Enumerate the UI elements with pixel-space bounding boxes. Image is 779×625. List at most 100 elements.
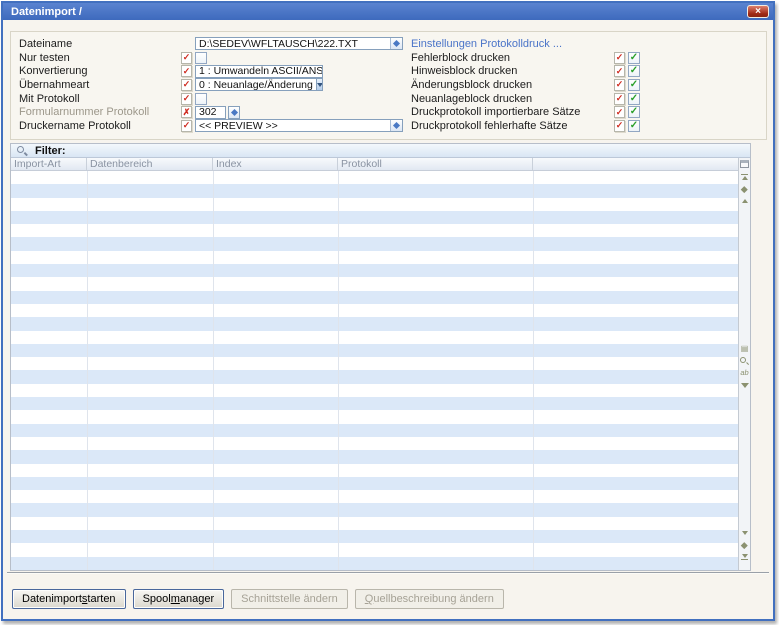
druckername-field[interactable]: << PREVIEW >>	[195, 119, 403, 132]
uebernahmeart-dropdown-button[interactable]	[316, 79, 323, 90]
column-divider	[87, 171, 88, 570]
field-active-check-icon[interactable]: ✓	[181, 93, 192, 105]
table-row[interactable]	[11, 424, 738, 437]
column-header-empty[interactable]	[533, 158, 738, 170]
bottom-divider	[7, 572, 769, 574]
konvertierung-dropdown[interactable]: 1 : Umwandeln ASCII/ANSI	[195, 65, 323, 78]
table-row[interactable]	[11, 171, 738, 184]
table-row[interactable]	[11, 503, 738, 516]
scroll-up-icon[interactable]	[742, 195, 748, 207]
field-active-check-icon[interactable]: ✓	[181, 120, 192, 132]
druckername-lookup-button[interactable]	[390, 120, 402, 131]
field-active-check-icon[interactable]: ✓	[614, 65, 625, 77]
grid-scrollbar[interactable]: ▤ ab	[738, 158, 750, 570]
table-row[interactable]	[11, 317, 738, 330]
table-row[interactable]	[11, 357, 738, 370]
druckername-label: Druckername Protokoll	[19, 120, 181, 132]
table-row[interactable]	[11, 410, 738, 423]
protocol-row: Fehlerblock drucken ✓ ✓	[411, 51, 640, 65]
form-row-mit-protokoll: Mit Protokoll ✓	[19, 92, 403, 106]
text-search-icon[interactable]: ab	[740, 367, 748, 379]
form-row-uebernahmeart: Übernahmeart ✓ 0 : Neuanlage/Änderung	[19, 78, 403, 92]
datenimport-starten-button[interactable]: Datenimport starten	[12, 589, 126, 609]
nur-testen-checkbox[interactable]	[195, 52, 207, 64]
fehlerblock-label: Fehlerblock drucken	[411, 52, 614, 64]
table-row[interactable]	[11, 557, 738, 570]
table-row[interactable]	[11, 184, 738, 197]
titlebar[interactable]: Datenimport / ×	[3, 3, 773, 20]
spoolmanager-button[interactable]: Spoolmanager	[133, 589, 225, 609]
column-divider	[213, 171, 214, 570]
scroll-page-down-icon[interactable]	[742, 539, 747, 551]
table-row[interactable]	[11, 450, 738, 463]
table-row[interactable]	[11, 277, 738, 290]
table-row[interactable]	[11, 211, 738, 224]
column-chooser-icon[interactable]	[740, 160, 749, 168]
field-inactive-cross-icon[interactable]: ✗	[181, 106, 192, 118]
table-view-icon[interactable]: ▤	[741, 343, 749, 355]
schnittstelle-aendern-button: Schnittstelle ändern	[231, 589, 348, 609]
hinweisblock-checkbox[interactable]: ✓	[628, 65, 640, 77]
column-divider	[533, 171, 534, 570]
table-row[interactable]	[11, 477, 738, 490]
table-row[interactable]	[11, 304, 738, 317]
uebernahmeart-dropdown[interactable]: 0 : Neuanlage/Änderung	[195, 78, 323, 91]
table-row[interactable]	[11, 384, 738, 397]
field-active-check-icon[interactable]: ✓	[181, 79, 192, 91]
table-row[interactable]	[11, 437, 738, 450]
table-row[interactable]	[11, 543, 738, 556]
search-record-icon[interactable]	[740, 355, 749, 367]
field-active-check-icon[interactable]: ✓	[614, 93, 625, 105]
table-row[interactable]	[11, 237, 738, 250]
fehlerhafte-saetze-checkbox[interactable]: ✓	[628, 120, 640, 132]
protocol-print-settings-link[interactable]: Einstellungen Protokolldruck ...	[411, 38, 562, 50]
formularnummer-field[interactable]: 302	[195, 106, 226, 119]
grid-body[interactable]	[11, 171, 738, 570]
konvertierung-value: 1 : Umwandeln ASCII/ANSI	[196, 66, 323, 77]
table-row[interactable]	[11, 530, 738, 543]
table-row[interactable]	[11, 490, 738, 503]
table-row[interactable]	[11, 370, 738, 383]
mit-protokoll-checkbox[interactable]	[195, 93, 207, 105]
table-row[interactable]	[11, 331, 738, 344]
konvertierung-label: Konvertierung	[19, 65, 181, 77]
table-row[interactable]	[11, 251, 738, 264]
table-row[interactable]	[11, 198, 738, 211]
close-button[interactable]: ×	[747, 5, 769, 18]
close-icon: ×	[755, 7, 761, 17]
scroll-page-up-icon[interactable]	[742, 183, 747, 195]
dateiname-lookup-button[interactable]	[390, 38, 402, 49]
column-header-index[interactable]: Index	[213, 158, 338, 170]
column-header-datenbereich[interactable]: Datenbereich	[87, 158, 213, 170]
field-active-check-icon[interactable]: ✓	[614, 120, 625, 132]
column-header-protokoll[interactable]: Protokoll	[338, 158, 533, 170]
table-row[interactable]	[11, 291, 738, 304]
field-active-check-icon[interactable]: ✓	[181, 65, 192, 77]
protocol-row: Druckprotokoll fehlerhafte Sätze ✓ ✓	[411, 119, 640, 133]
hinweisblock-label: Hinweisblock drucken	[411, 65, 614, 77]
table-row[interactable]	[11, 264, 738, 277]
importierbare-saetze-label: Druckprotokoll importierbare Sätze	[411, 106, 614, 118]
importierbare-saetze-checkbox[interactable]: ✓	[628, 106, 640, 118]
dateiname-field[interactable]: D:\SEDEV\WFLTAUSCH\222.TXT	[195, 37, 403, 50]
neuanlageblock-checkbox[interactable]: ✓	[628, 93, 640, 105]
table-row[interactable]	[11, 397, 738, 410]
filter-bar[interactable]: Filter:	[11, 144, 750, 158]
field-active-check-icon[interactable]: ✓	[181, 52, 192, 64]
aenderungsblock-checkbox[interactable]: ✓	[628, 79, 640, 91]
scroll-to-top-icon[interactable]	[741, 171, 748, 183]
field-active-check-icon[interactable]: ✓	[614, 52, 625, 64]
scroll-to-bottom-icon[interactable]	[741, 551, 748, 563]
fehlerblock-checkbox[interactable]: ✓	[628, 52, 640, 64]
field-active-check-icon[interactable]: ✓	[614, 106, 625, 118]
table-row[interactable]	[11, 344, 738, 357]
scroll-down-icon[interactable]	[742, 527, 748, 539]
table-row[interactable]	[11, 517, 738, 530]
table-row[interactable]	[11, 464, 738, 477]
filter-funnel-icon[interactable]	[741, 379, 749, 391]
protocol-row: Druckprotokoll importierbare Sätze ✓ ✓	[411, 105, 640, 119]
column-header-import-art[interactable]: Import-Art	[11, 158, 87, 170]
field-active-check-icon[interactable]: ✓	[614, 79, 625, 91]
table-row[interactable]	[11, 224, 738, 237]
formularnummer-spinner-button[interactable]	[228, 106, 240, 119]
